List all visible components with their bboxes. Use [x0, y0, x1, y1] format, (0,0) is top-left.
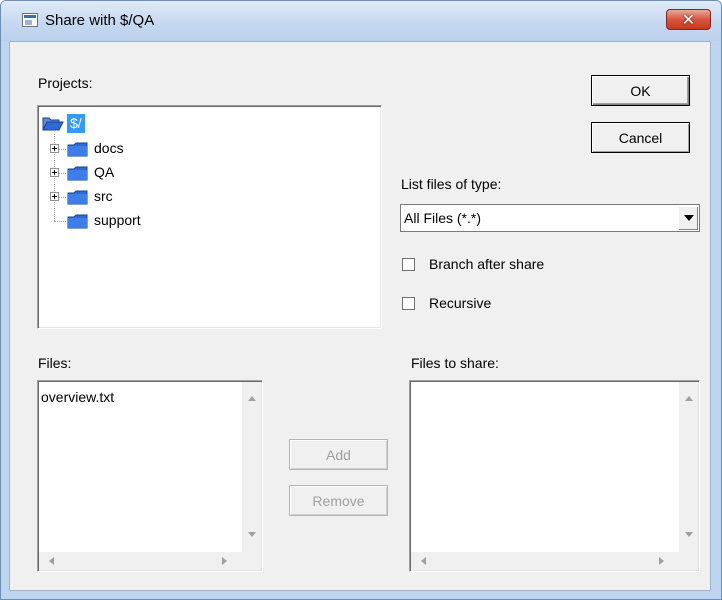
window-title: Share with $/QA [45, 12, 155, 29]
dropdown-button[interactable] [678, 206, 698, 230]
tree-item-docs[interactable]: docs [50, 139, 250, 159]
window-icon [22, 13, 38, 27]
scroll-right-arrow-icon[interactable] [222, 557, 227, 565]
remove-button[interactable]: Remove [289, 485, 388, 516]
folder-icon [67, 142, 88, 157]
tree-item-root[interactable]: $/ [42, 114, 242, 134]
branch-after-share-checkbox[interactable] [402, 258, 415, 271]
vertical-scrollbar[interactable] [679, 382, 698, 552]
ok-button[interactable]: OK [591, 75, 690, 106]
plus-expander-icon[interactable] [50, 144, 59, 153]
projects-label: Projects: [38, 75, 93, 91]
scroll-up-arrow-icon[interactable] [248, 396, 256, 401]
tree-item-label: docs [94, 140, 124, 156]
file-type-value: All Files (*.*) [404, 210, 482, 226]
cancel-button[interactable]: Cancel [591, 122, 690, 153]
dialog-window: Share with $/QA ✕ Projects: $/ docs QA s… [0, 0, 722, 600]
scroll-down-arrow-icon[interactable] [685, 532, 693, 537]
scroll-down-arrow-icon[interactable] [248, 532, 256, 537]
file-type-label: List files of type: [401, 176, 502, 192]
scrollbar-corner [679, 552, 698, 570]
add-button[interactable]: Add [289, 439, 388, 470]
tree-item-support[interactable]: support [50, 211, 250, 231]
list-item[interactable]: overview.txt [41, 389, 114, 405]
title-bar[interactable]: Share with $/QA ✕ [1, 1, 721, 41]
tree-item-label: QA [94, 164, 115, 180]
tree-item-label: src [94, 188, 113, 204]
files-to-share-label: Files to share: [411, 355, 499, 371]
plus-expander-icon[interactable] [50, 192, 59, 201]
recursive-checkbox[interactable] [402, 297, 415, 310]
projects-tree[interactable]: $/ docs QA src support [37, 105, 382, 329]
tree-item-label: support [94, 212, 141, 228]
recursive-label[interactable]: Recursive [429, 295, 491, 311]
folder-icon [67, 166, 88, 181]
tree-item-root-label: $/ [67, 114, 85, 133]
horizontal-scrollbar[interactable] [411, 552, 679, 570]
vertical-scrollbar[interactable] [242, 382, 261, 552]
files-list[interactable]: overview.txt [37, 380, 263, 572]
horizontal-scrollbar[interactable] [39, 552, 242, 570]
files-label: Files: [38, 355, 72, 371]
scroll-left-arrow-icon[interactable] [421, 557, 426, 565]
close-icon: ✕ [681, 10, 696, 29]
scrollbar-corner [242, 552, 261, 570]
dialog-client-area: Projects: $/ docs QA src support OK Canc… [9, 41, 711, 591]
close-button[interactable]: ✕ [666, 9, 711, 30]
file-type-dropdown[interactable]: All Files (*.*) [400, 204, 700, 232]
folder-icon [67, 214, 88, 229]
scroll-up-arrow-icon[interactable] [685, 396, 693, 401]
chevron-down-icon [684, 215, 694, 221]
folder-icon [67, 190, 88, 205]
scroll-right-arrow-icon[interactable] [659, 557, 664, 565]
branch-after-share-label[interactable]: Branch after share [429, 256, 544, 272]
tree-item-qa[interactable]: QA [50, 163, 250, 183]
open-folder-icon [42, 117, 64, 131]
scroll-left-arrow-icon[interactable] [49, 557, 54, 565]
tree-item-src[interactable]: src [50, 187, 250, 207]
files-to-share-list[interactable] [409, 380, 700, 572]
plus-expander-icon[interactable] [50, 168, 59, 177]
